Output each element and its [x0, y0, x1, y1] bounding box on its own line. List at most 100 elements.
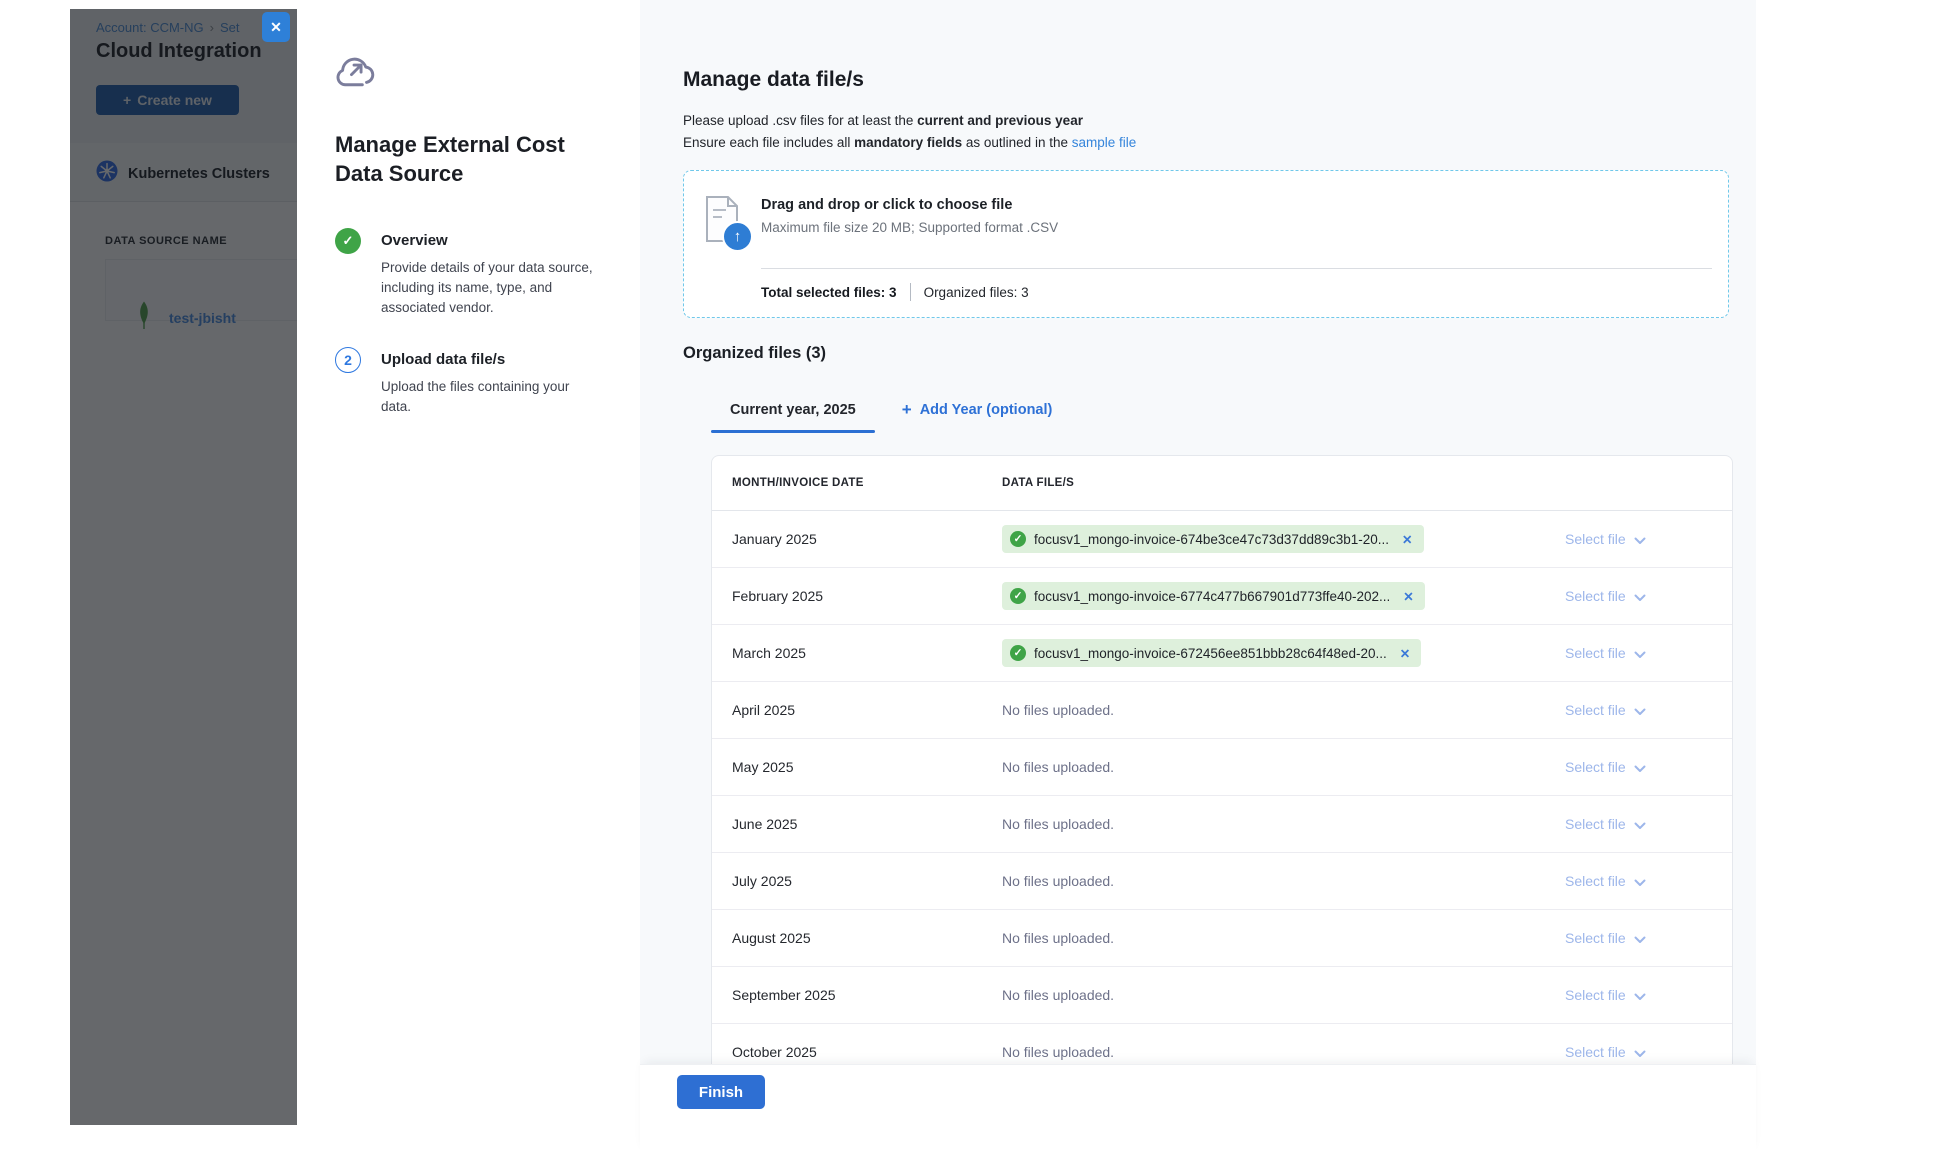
file-dropzone[interactable]: ↑ Drag and drop or click to choose file …: [683, 170, 1729, 318]
chevron-down-icon: [1634, 589, 1646, 605]
select-file-label: Select file: [1565, 987, 1626, 1003]
chip-check-icon: ✓: [1010, 531, 1026, 547]
select-file-dropdown[interactable]: Select file: [1565, 758, 1732, 776]
month-label: September 2025: [712, 987, 1002, 1003]
select-file-dropdown[interactable]: Select file: [1565, 872, 1732, 890]
chevron-down-icon: [1634, 817, 1646, 833]
empty-text: No files uploaded.: [1002, 987, 1114, 1003]
drawer-footer: Finish: [640, 1064, 1756, 1156]
file-chip: ✓ focusv1_mongo-invoice-672456ee851bbb28…: [1002, 639, 1421, 667]
select-file-dropdown[interactable]: Select file: [1565, 986, 1732, 1004]
month-label: October 2025: [712, 1044, 1002, 1060]
instruction-line-1: Please upload .csv files for at least th…: [683, 110, 1136, 132]
organized-files-count: Organized files: 3: [924, 285, 1029, 300]
modal-dim-overlay: [70, 9, 297, 1125]
select-file-label: Select file: [1565, 702, 1626, 718]
dropzone-file-counts: Total selected files: 3 Organized files:…: [761, 283, 1029, 301]
file-chip: ✓ focusv1_mongo-invoice-674be3ce47c73d37…: [1002, 525, 1424, 553]
select-file-label: Select file: [1565, 873, 1626, 889]
chevron-down-icon: [1634, 532, 1646, 548]
table-header-row: MONTH/INVOICE DATE DATA FILE/S: [712, 456, 1732, 511]
month-label: January 2025: [712, 531, 1002, 547]
select-file-label: Select file: [1565, 588, 1626, 604]
table-row: May 2025 No files uploaded. Select file: [712, 739, 1732, 796]
chip-check-icon: ✓: [1010, 645, 1026, 661]
select-file-label: Select file: [1565, 930, 1626, 946]
add-year-button[interactable]: + Add Year (optional): [902, 398, 1053, 422]
step-upload-label: Upload data file/s: [381, 347, 597, 368]
select-file-label: Select file: [1565, 531, 1626, 547]
step-overview[interactable]: ✓ Overview Provide details of your data …: [335, 228, 597, 318]
chevron-down-icon: [1634, 931, 1646, 947]
empty-text: No files uploaded.: [1002, 930, 1114, 946]
organized-files-heading: Organized files (3): [683, 344, 826, 363]
select-file-dropdown[interactable]: Select file: [1565, 587, 1732, 605]
step-overview-label: Overview: [381, 228, 597, 249]
select-file-label: Select file: [1565, 645, 1626, 661]
dropzone-constraints: Maximum file size 20 MB; Supported forma…: [761, 220, 1058, 235]
file-chip-name: focusv1_mongo-invoice-674be3ce47c73d37dd…: [1034, 532, 1389, 547]
drawer-main-panel: Manage data file/s Please upload .csv fi…: [640, 0, 1756, 1064]
select-file-dropdown[interactable]: Select file: [1565, 1043, 1732, 1061]
month-label: July 2025: [712, 873, 1002, 889]
month-label: June 2025: [712, 816, 1002, 832]
manage-data-files-heading: Manage data file/s: [683, 68, 864, 92]
tab-current-year[interactable]: Current year, 2025: [711, 398, 875, 433]
select-file-dropdown[interactable]: Select file: [1565, 530, 1732, 548]
file-chip: ✓ focusv1_mongo-invoice-6774c477b667901d…: [1002, 582, 1425, 610]
select-file-dropdown[interactable]: Select file: [1565, 815, 1732, 833]
drawer-title: Manage External Cost Data Source: [335, 130, 597, 188]
empty-text: No files uploaded.: [1002, 759, 1114, 775]
month-label: May 2025: [712, 759, 1002, 775]
chevron-down-icon: [1634, 646, 1646, 662]
plus-icon: +: [902, 403, 912, 417]
upload-instructions: Please upload .csv files for at least th…: [683, 110, 1136, 154]
chevron-down-icon: [1634, 760, 1646, 776]
counts-separator: [910, 283, 911, 301]
empty-text: No files uploaded.: [1002, 702, 1114, 718]
table-row: February 2025 ✓ focusv1_mongo-invoice-67…: [712, 568, 1732, 625]
file-chip-name: focusv1_mongo-invoice-6774c477b667901d77…: [1034, 589, 1390, 604]
finish-button[interactable]: Finish: [677, 1075, 765, 1109]
chevron-down-icon: [1634, 988, 1646, 1004]
table-row: October 2025 No files uploaded. Select f…: [712, 1024, 1732, 1064]
instruction-line-2: Ensure each file includes all mandatory …: [683, 132, 1136, 154]
external-cost-cloud-icon: [334, 52, 378, 95]
chip-remove-icon[interactable]: ✕: [1403, 589, 1413, 604]
month-label: February 2025: [712, 588, 1002, 604]
chip-remove-icon[interactable]: ✕: [1402, 532, 1412, 547]
select-file-dropdown[interactable]: Select file: [1565, 701, 1732, 719]
empty-text: No files uploaded.: [1002, 873, 1114, 889]
select-file-label: Select file: [1565, 1044, 1626, 1060]
sample-file-link[interactable]: sample file: [1072, 135, 1137, 150]
select-file-dropdown[interactable]: Select file: [1565, 929, 1732, 947]
table-row: July 2025 No files uploaded. Select file: [712, 853, 1732, 910]
drawer-close-button[interactable]: ✕: [262, 12, 290, 42]
table-row: April 2025 No files uploaded. Select fil…: [712, 682, 1732, 739]
table-row: August 2025 No files uploaded. Select fi…: [712, 910, 1732, 967]
chip-check-icon: ✓: [1010, 588, 1026, 604]
step-upload-data-files[interactable]: 2 Upload data file/s Upload the files co…: [335, 347, 597, 417]
dropzone-title: Drag and drop or click to choose file: [761, 197, 1012, 213]
background-page: Account: CCM-NG›Set Cloud Integration + …: [70, 9, 297, 1125]
chevron-down-icon: [1634, 1045, 1646, 1061]
table-row: September 2025 No files uploaded. Select…: [712, 967, 1732, 1024]
chevron-down-icon: [1634, 874, 1646, 890]
close-icon: ✕: [270, 19, 282, 36]
month-rows: January 2025 ✓ focusv1_mongo-invoice-674…: [712, 511, 1732, 1064]
select-file-label: Select file: [1565, 816, 1626, 832]
column-header-month: MONTH/INVOICE DATE: [712, 477, 1002, 489]
file-chip-name: focusv1_mongo-invoice-672456ee851bbb28c6…: [1034, 646, 1387, 661]
select-file-dropdown[interactable]: Select file: [1565, 644, 1732, 662]
month-label: March 2025: [712, 645, 1002, 661]
select-file-label: Select file: [1565, 759, 1626, 775]
drawer-stepper-panel: Manage External Cost Data Source ✓ Overv…: [297, 0, 640, 1156]
chevron-down-icon: [1634, 703, 1646, 719]
total-selected-files: Total selected files: 3: [761, 285, 897, 300]
chip-remove-icon[interactable]: ✕: [1400, 646, 1410, 661]
table-row: January 2025 ✓ focusv1_mongo-invoice-674…: [712, 511, 1732, 568]
month-label: April 2025: [712, 702, 1002, 718]
empty-text: No files uploaded.: [1002, 816, 1114, 832]
upload-arrow-icon: ↑: [722, 221, 753, 252]
empty-text: No files uploaded.: [1002, 1044, 1114, 1060]
